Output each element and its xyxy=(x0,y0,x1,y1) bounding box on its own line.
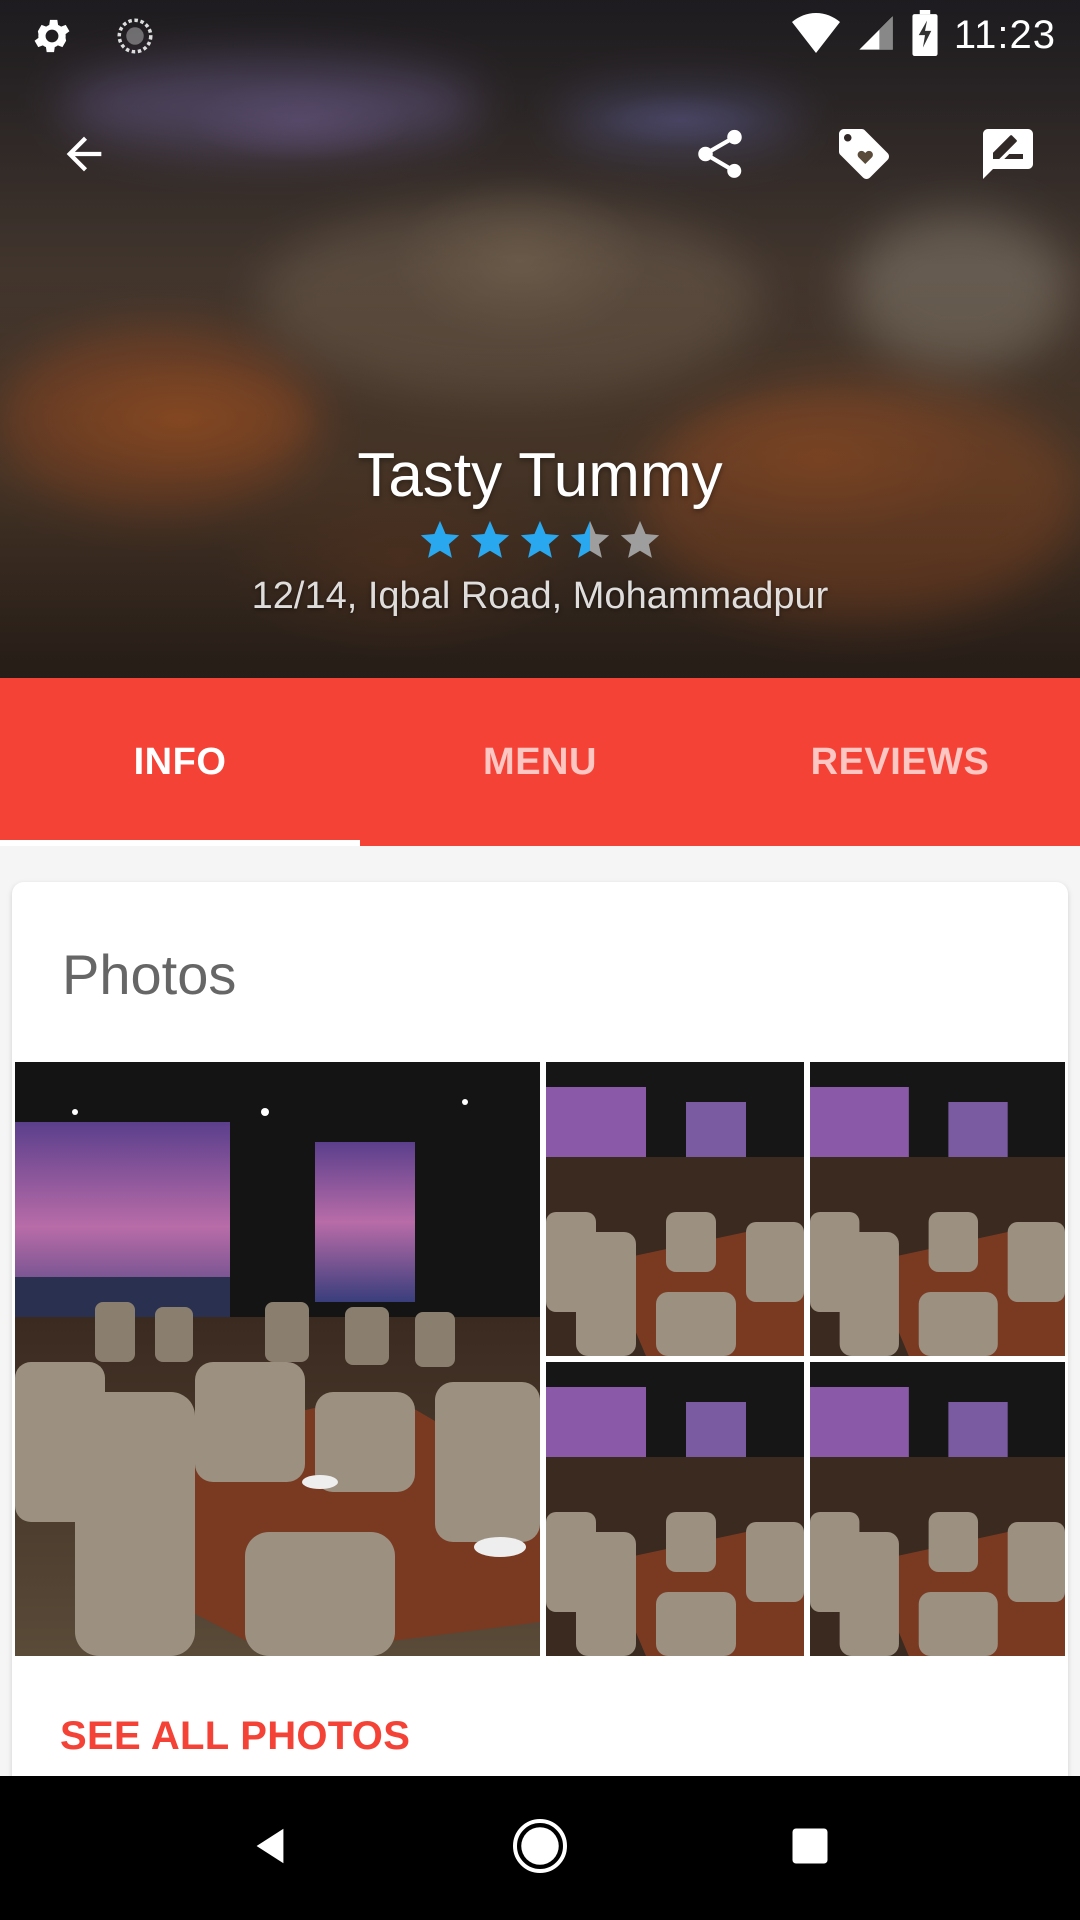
restaurant-name: Tasty Tummy xyxy=(357,441,723,510)
share-icon xyxy=(691,125,749,188)
photo-thumb[interactable] xyxy=(546,1362,804,1656)
photos-title: Photos xyxy=(62,943,237,1006)
sync-icon xyxy=(114,15,156,62)
write-review-button[interactable] xyxy=(972,120,1044,192)
star-half-icon xyxy=(567,517,613,567)
star-empty-icon xyxy=(617,517,663,567)
status-time: 11:23 xyxy=(953,13,1056,57)
active-tab-indicator xyxy=(0,840,360,846)
photo-thumb[interactable] xyxy=(546,1062,804,1356)
tab-label: INFO xyxy=(133,740,227,783)
photo-thumb[interactable] xyxy=(810,1062,1065,1356)
star-full-icon xyxy=(467,517,513,567)
nav-home-icon xyxy=(510,1816,570,1881)
settings-icon xyxy=(30,14,74,63)
photo-large[interactable] xyxy=(15,1062,540,1656)
back-button[interactable] xyxy=(48,120,120,192)
nav-home-button[interactable] xyxy=(504,1812,576,1884)
star-full-icon xyxy=(517,517,563,567)
restaurant-address: 12/14, Iqbal Road, Mohammadpur xyxy=(251,575,829,617)
see-all-photos-link[interactable]: SEE ALL PHOTOS xyxy=(60,1714,410,1759)
tab-label: MENU xyxy=(483,740,597,783)
tab-bar: INFO MENU REVIEWS xyxy=(0,678,1080,846)
restaurant-header: 11:23 Tasty Tummy 12/14, Iqbal Road, Moh… xyxy=(0,0,1080,678)
system-nav-bar xyxy=(0,1776,1080,1920)
tab-reviews[interactable]: REVIEWS xyxy=(720,678,1080,846)
star-full-icon xyxy=(417,517,463,567)
tab-menu[interactable]: MENU xyxy=(360,678,720,846)
cell-signal-icon xyxy=(856,13,896,58)
status-bar: 11:23 xyxy=(0,0,1080,72)
rate-review-icon xyxy=(978,124,1038,189)
tag-favorite-icon xyxy=(834,124,894,189)
nav-recents-button[interactable] xyxy=(774,1812,846,1884)
tab-info[interactable]: INFO xyxy=(0,678,360,846)
share-button[interactable] xyxy=(684,120,756,192)
favorite-tag-button[interactable] xyxy=(828,120,900,192)
top-app-bar xyxy=(0,110,1080,200)
back-arrow-icon xyxy=(58,128,110,185)
photos-grid xyxy=(15,1062,1065,1656)
tab-label: REVIEWS xyxy=(810,740,990,783)
photos-card: Photos SEE ALL PHOTOS xyxy=(12,882,1068,1920)
restaurant-info: Tasty Tummy 12/14, Iqbal Road, Mohammadp… xyxy=(0,440,1080,618)
nav-recents-icon xyxy=(789,1825,831,1872)
battery-charging-icon xyxy=(912,10,938,61)
photo-thumb[interactable] xyxy=(810,1362,1065,1656)
rating-stars xyxy=(0,517,1080,567)
nav-back-icon xyxy=(247,1823,293,1874)
nav-back-button[interactable] xyxy=(234,1812,306,1884)
wifi-icon xyxy=(791,11,840,60)
